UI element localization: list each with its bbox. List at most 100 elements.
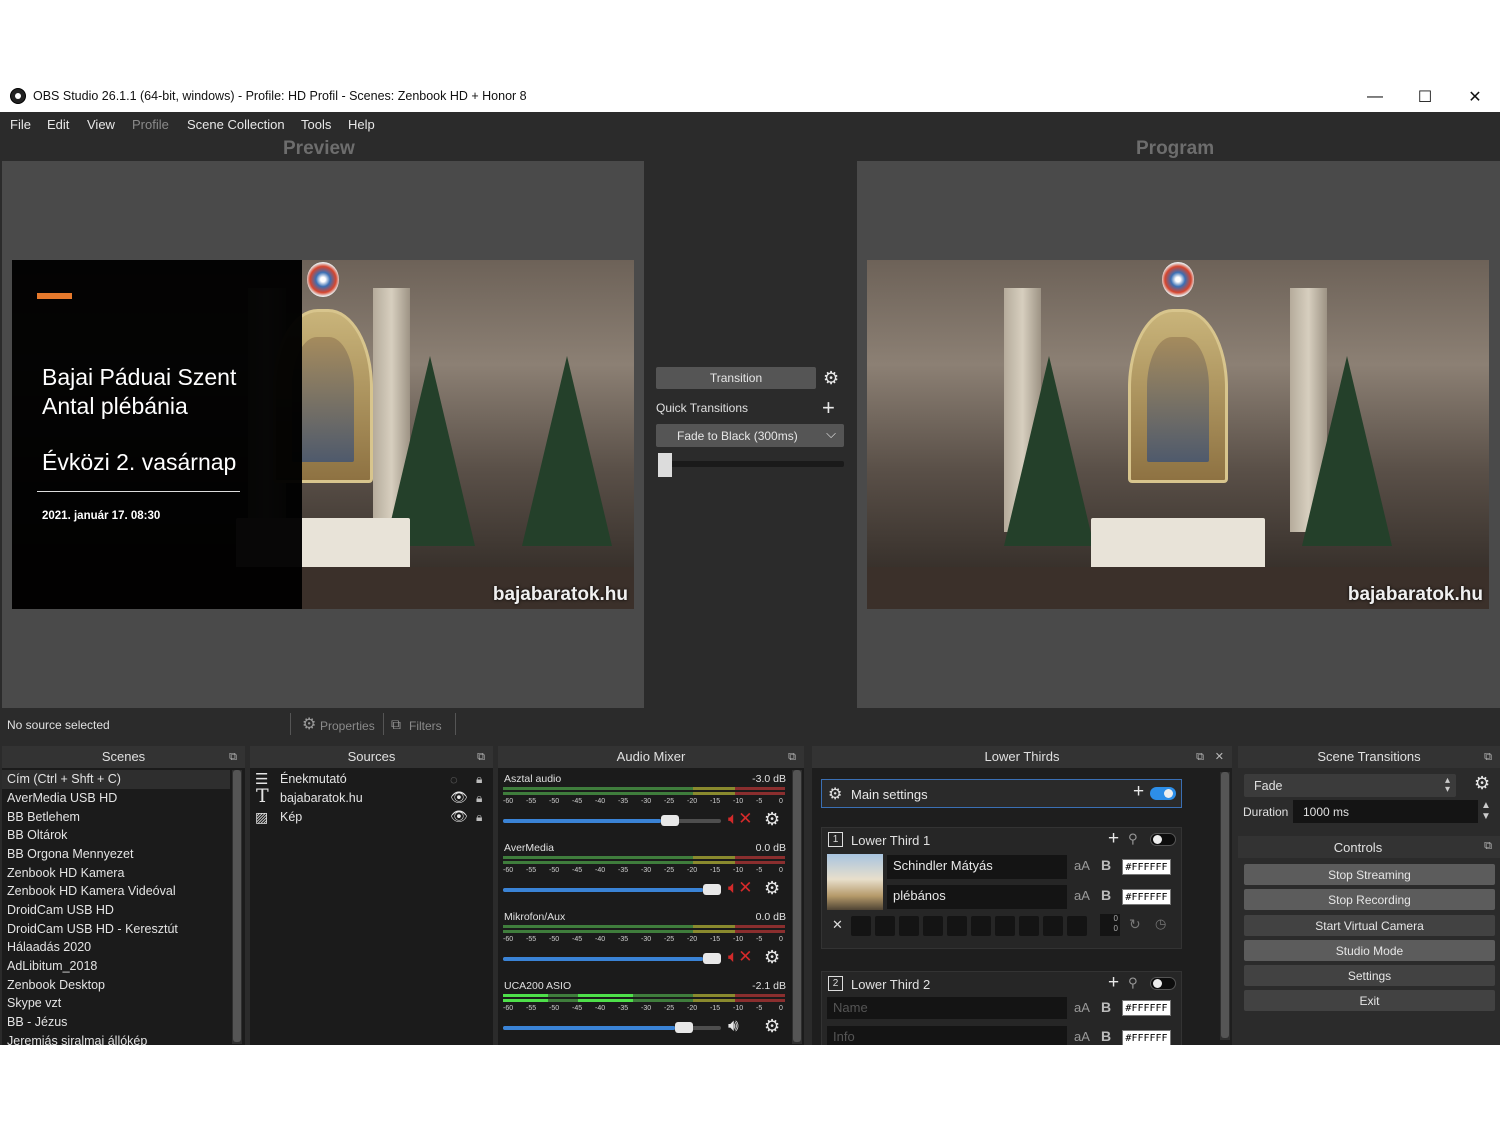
lower-third-2-name-field[interactable]: Name [827, 997, 1067, 1019]
channel-settings-gear-icon[interactable]: ⚙ [764, 878, 780, 899]
hotkey-slot[interactable] [851, 916, 871, 936]
undock-icon[interactable]: ⧉ [1196, 746, 1204, 768]
search-icon[interactable]: ⚲ [1128, 975, 1138, 991]
counter-stepper[interactable]: 00 [1100, 914, 1120, 936]
muted-speaker-icon[interactable]: 🔈︎✕ [728, 809, 752, 829]
scene-item[interactable]: BB Orgona Mennyezet [2, 845, 133, 864]
lower-thirds-scrollbar[interactable] [1220, 772, 1230, 1040]
scene-item[interactable]: AverMedia USB HD [2, 789, 117, 808]
scenes-scrollbar[interactable] [232, 770, 242, 1044]
font-size-icon[interactable]: aA [1074, 1000, 1090, 1015]
scene-item[interactable]: Skype vzt [2, 994, 61, 1013]
menu-tools[interactable]: Tools [301, 117, 331, 132]
volume-slider-handle[interactable] [703, 953, 721, 964]
lower-third-1-toggle[interactable] [1150, 833, 1176, 846]
close-button[interactable]: ✕ [1450, 81, 1500, 112]
bold-icon[interactable]: B [1101, 857, 1111, 873]
scene-item-selected[interactable]: Cím (Ctrl + Shft + C) [2, 770, 230, 789]
hotkey-slot[interactable] [971, 916, 991, 936]
preview-canvas[interactable]: Bajai Páduai Szent Antal plébánia Évközi… [12, 260, 634, 609]
menu-help[interactable]: Help [348, 117, 375, 132]
hotkey-slot[interactable] [899, 916, 919, 936]
font-size-icon[interactable]: aA [1074, 1029, 1090, 1044]
channel-settings-gear-icon[interactable]: ⚙ [764, 809, 780, 830]
name-color-box[interactable]: #FFFFFF [1122, 859, 1171, 875]
maximize-button[interactable]: ☐ [1400, 81, 1450, 112]
search-icon[interactable]: ⚲ [1128, 831, 1138, 847]
hotkey-slot[interactable] [1043, 916, 1063, 936]
properties-button[interactable]: Properties [320, 719, 375, 733]
duration-input[interactable]: 1000 ms [1293, 800, 1478, 823]
source-item[interactable]: T bajabaratok.hu 👁︎ 🔒︎ [250, 787, 493, 808]
undock-icon[interactable]: ⧉ [477, 746, 485, 768]
bold-icon[interactable]: B [1101, 1028, 1111, 1044]
menu-view[interactable]: View [87, 117, 115, 132]
volume-slider[interactable] [503, 815, 721, 826]
transition-button[interactable]: Transition [656, 367, 816, 389]
menu-file[interactable]: File [10, 117, 31, 132]
studio-mode-button[interactable]: Studio Mode [1244, 940, 1495, 961]
undock-icon[interactable]: ⧉ [1484, 840, 1492, 853]
menu-edit[interactable]: Edit [47, 117, 69, 132]
volume-slider[interactable] [503, 884, 721, 895]
transition-properties-gear-icon[interactable]: ⚙ [1474, 774, 1490, 792]
lock-icon[interactable]: 🔒︎ [476, 789, 482, 808]
quick-transition-fade-to-black[interactable]: Fade to Black (300ms) ⌵ [656, 424, 844, 447]
bold-icon[interactable]: B [1101, 887, 1111, 903]
bold-icon[interactable]: B [1101, 999, 1111, 1015]
refresh-icon[interactable]: ↻ [1129, 916, 1141, 933]
source-item[interactable]: ☰ Énekmutató ◌ 🔒︎ [250, 770, 493, 789]
undock-icon[interactable]: ⧉ [788, 746, 796, 768]
hotkey-slot[interactable] [1067, 916, 1087, 936]
settings-gear-icon[interactable]: ⚙ [828, 784, 842, 804]
scene-item[interactable]: BB Oltárok [2, 826, 67, 845]
scene-item[interactable]: BB Betlehem [2, 808, 80, 827]
undock-icon[interactable]: ⧉ [229, 746, 237, 768]
hotkey-slot[interactable] [995, 916, 1015, 936]
channel-settings-gear-icon[interactable]: ⚙ [764, 1016, 780, 1037]
hidden-eye-icon[interactable]: ◌ [450, 770, 458, 789]
menu-profile[interactable]: Profile [132, 117, 169, 132]
volume-slider[interactable] [503, 953, 721, 964]
exit-button[interactable]: Exit [1244, 990, 1495, 1011]
hotkey-slot[interactable] [947, 916, 967, 936]
transition-select[interactable]: Fade ▴ ▾ [1244, 774, 1456, 797]
t-bar-handle[interactable] [658, 453, 672, 477]
volume-slider-handle[interactable] [661, 815, 679, 826]
muted-speaker-icon[interactable]: 🔈︎✕ [728, 947, 752, 967]
add-quick-transition-icon[interactable]: + [822, 395, 835, 421]
add-icon[interactable]: + [1108, 972, 1119, 994]
filters-icon[interactable]: ⧉ [391, 716, 401, 733]
scene-item[interactable]: Zenbook HD Kamera Videóval [2, 882, 176, 901]
preview-pane[interactable]: Bajai Páduai Szent Antal plébánia Évközi… [2, 161, 644, 708]
speaker-icon[interactable]: 🔊︎ [728, 1016, 739, 1036]
properties-gear-icon[interactable]: ⚙ [302, 714, 316, 734]
minimize-button[interactable]: — [1350, 81, 1400, 112]
channel-settings-gear-icon[interactable]: ⚙ [764, 947, 780, 968]
hotkey-slot[interactable] [923, 916, 943, 936]
stop-recording-button[interactable]: Stop Recording [1244, 889, 1495, 910]
name-color-box[interactable]: #FFFFFF [1122, 1000, 1171, 1016]
scene-item[interactable]: DroidCam USB HD [2, 901, 114, 920]
lower-third-1-name-field[interactable]: Schindler Mátyás [887, 855, 1067, 879]
clock-icon[interactable]: ◷ [1155, 916, 1166, 932]
undock-icon[interactable]: ⧉ [1484, 746, 1492, 768]
scene-item[interactable]: Hálaadás 2020 [2, 938, 91, 957]
transition-settings-gear-icon[interactable]: ⚙ [823, 369, 839, 387]
lock-icon[interactable]: 🔒︎ [476, 808, 482, 827]
scene-item[interactable]: Zenbook HD Kamera [2, 864, 124, 883]
add-icon[interactable]: + [1108, 828, 1119, 850]
stop-streaming-button[interactable]: Stop Streaming [1244, 864, 1495, 885]
font-size-icon[interactable]: aA [1074, 858, 1090, 873]
mixer-scrollbar[interactable] [792, 770, 802, 1044]
start-virtual-camera-button[interactable]: Start Virtual Camera [1244, 915, 1495, 936]
clear-icon[interactable]: ✕ [832, 917, 843, 933]
lower-third-1-image[interactable] [827, 854, 883, 910]
scene-item[interactable]: BB - Jézus [2, 1013, 67, 1032]
scene-item[interactable]: DroidCam USB HD - Keresztút [2, 920, 178, 939]
scene-item[interactable]: AdLibitum_2018 [2, 957, 97, 976]
main-settings-row[interactable]: ⚙ Main settings + [821, 779, 1182, 808]
lower-third-2-info-field[interactable]: Info [827, 1026, 1067, 1045]
duration-spinner-icon[interactable]: ▲ ▼ [1481, 800, 1491, 822]
lower-third-1-info-field[interactable]: plébános [887, 885, 1067, 909]
